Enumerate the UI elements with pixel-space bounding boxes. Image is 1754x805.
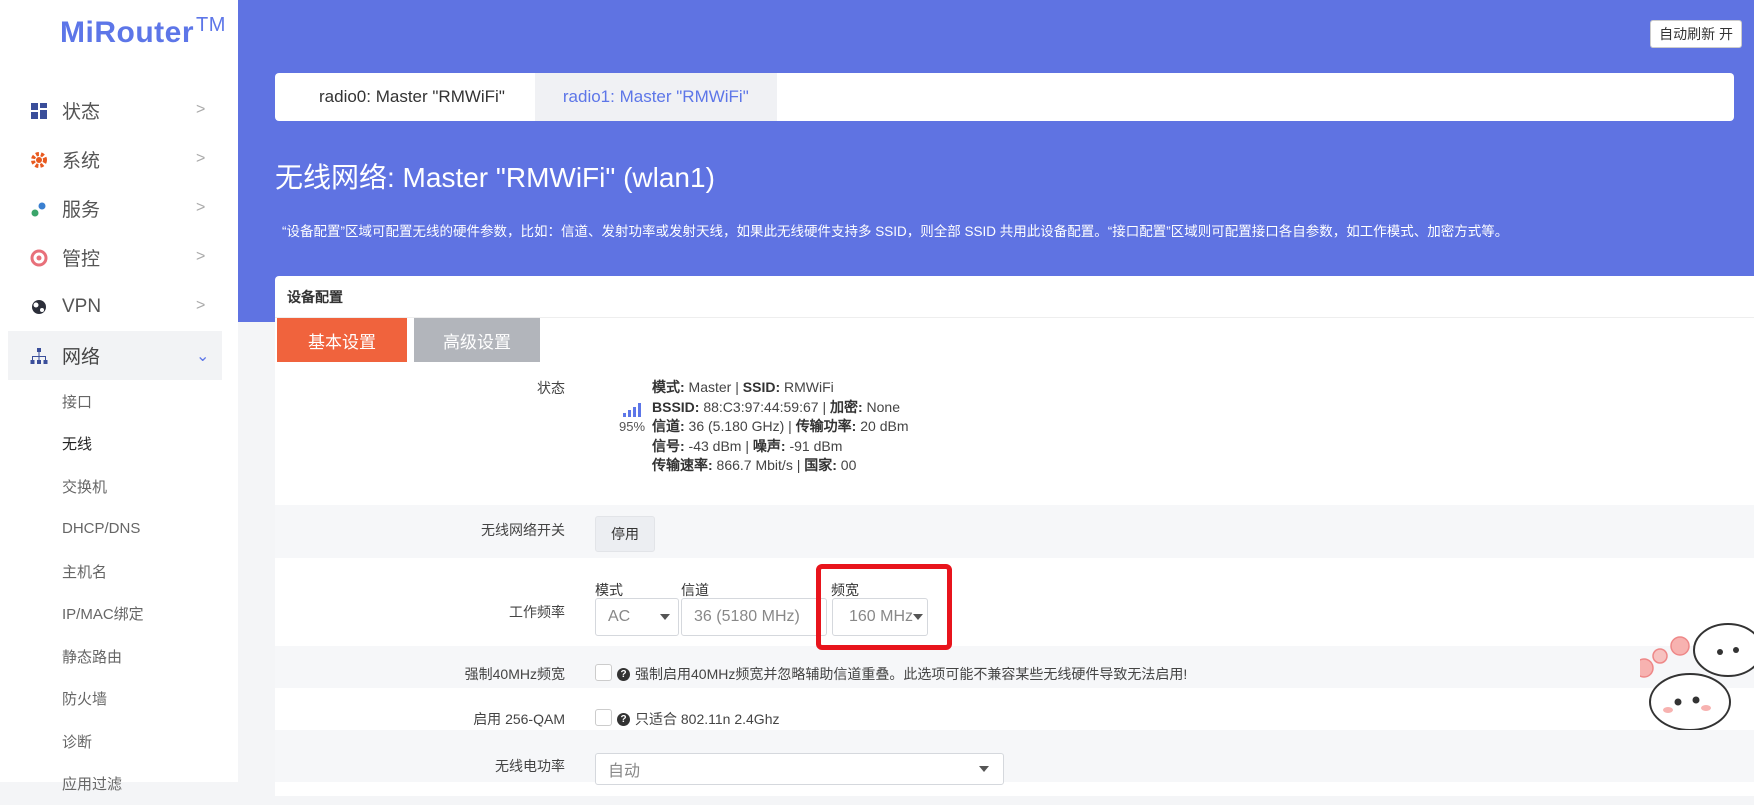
- sidebar-item-services[interactable]: 服务 >: [0, 184, 238, 233]
- chevron-right-icon: >: [196, 199, 205, 217]
- gear-icon: [30, 151, 48, 169]
- sidebar-item-control[interactable]: 管控 >: [0, 233, 238, 282]
- radio-tabs: radio0: Master "RMWiFi" radio1: Master "…: [275, 73, 1734, 121]
- network-icon: [30, 347, 48, 365]
- sidebar-item-label: 管控: [62, 244, 100, 271]
- globe-icon: [30, 298, 48, 316]
- caret-down-icon: [660, 614, 670, 620]
- signal-strength: 95%: [617, 378, 647, 434]
- chevron-right-icon: >: [196, 150, 205, 168]
- cat-sticker-decoration: [1640, 610, 1754, 730]
- txpower-select[interactable]: 自动: [595, 753, 1004, 785]
- sidebar-subitem-hostnames[interactable]: 主机名: [62, 550, 238, 593]
- frequency-label: 工作频率: [275, 602, 565, 622]
- red-highlight-box: [816, 564, 952, 650]
- force40-checkbox[interactable]: [595, 664, 612, 681]
- sidebar: MiRouterTM 状态 > 系统 > 服务 >: [0, 0, 238, 782]
- services-icon: [30, 200, 48, 218]
- sidebar-item-label: 状态: [62, 97, 100, 124]
- status-details: 模式: Master | SSID: RMWiFi BSSID: 88:C3:9…: [652, 378, 909, 476]
- sidebar-subitem-firewall[interactable]: 防火墙: [62, 678, 238, 721]
- chevron-right-icon: >: [196, 101, 205, 119]
- tab-advanced-settings[interactable]: 高级设置: [414, 318, 540, 362]
- tab-radio0[interactable]: radio0: Master "RMWiFi": [275, 73, 535, 121]
- sidebar-item-label: VPN: [62, 296, 101, 318]
- sidebar-subitem-ip-mac-binding[interactable]: IP/MAC绑定: [62, 593, 238, 636]
- mode-select[interactable]: AC: [595, 598, 679, 636]
- qam256-label: 启用 256-QAM: [275, 709, 565, 729]
- caret-down-icon: [979, 766, 989, 772]
- dashboard-icon: [30, 102, 48, 120]
- sidebar-subitem-switch[interactable]: 交换机: [62, 465, 238, 508]
- signal-bars-icon: [623, 403, 641, 417]
- sidebar-item-vpn[interactable]: VPN >: [0, 282, 238, 331]
- force40-hint: ? 强制启用40MHz频宽并忽略辅助信道重叠。此选项可能不兼容某些无线硬件导致无…: [617, 664, 1187, 684]
- txpower-label: 无线电功率: [275, 756, 565, 776]
- disable-button[interactable]: 停用: [595, 516, 655, 552]
- status-label: 状态: [275, 378, 565, 398]
- help-icon: ?: [617, 713, 630, 726]
- config-subtabs: 基本设置 高级设置: [275, 318, 1754, 362]
- sidebar-subitem-diagnostics[interactable]: 诊断: [62, 720, 238, 763]
- tab-radio1[interactable]: radio1: Master "RMWiFi": [535, 73, 777, 121]
- chevron-right-icon: >: [196, 297, 205, 315]
- sidebar-item-network[interactable]: 网络 ⌄: [8, 331, 222, 380]
- signal-percent: 95%: [617, 419, 647, 434]
- chevron-right-icon: >: [196, 248, 205, 266]
- page-title: 无线网络: Master "RMWiFi" (wlan1): [275, 156, 715, 196]
- qam256-checkbox[interactable]: [595, 709, 612, 726]
- sidebar-subitem-dhcp-dns[interactable]: DHCP/DNS: [62, 508, 238, 551]
- chevron-down-icon: ⌄: [196, 346, 209, 366]
- qam256-hint: ? 只适合 802.11n 2.4Ghz: [617, 709, 779, 729]
- auto-refresh-toggle[interactable]: 自动刷新 开: [1650, 20, 1742, 48]
- sidebar-subitem-static-routes[interactable]: 静态路由: [62, 635, 238, 678]
- mode-label: 模式: [595, 580, 623, 600]
- force40-label: 强制40MHz频宽: [275, 664, 565, 684]
- sidebar-item-label: 服务: [62, 195, 100, 222]
- channel-select[interactable]: 36 (5180 MHz): [681, 598, 827, 636]
- nav-menu: 状态 > 系统 > 服务 > 管控 >: [0, 86, 238, 805]
- sidebar-submenu: 接口 无线 交换机 DHCP/DNS 主机名 IP/MAC绑定 静态路由 防火墙…: [0, 380, 238, 805]
- wireless-switch-label: 无线网络开关: [275, 520, 565, 540]
- page-description: “设备配置”区域可配置无线的硬件参数，比如：信道、发射功率或发射天线，如果此无线…: [282, 220, 1508, 240]
- sidebar-subitem-app-filter[interactable]: 应用过滤: [62, 763, 238, 805]
- channel-label: 信道: [681, 580, 709, 600]
- sidebar-item-system[interactable]: 系统 >: [0, 135, 238, 184]
- sidebar-subitem-wireless[interactable]: 无线: [62, 423, 238, 466]
- sidebar-item-label: 系统: [62, 146, 100, 173]
- control-icon: [30, 249, 48, 267]
- help-icon: ?: [617, 668, 630, 681]
- tab-basic-settings[interactable]: 基本设置: [277, 318, 407, 362]
- card-title: 设备配置: [275, 276, 1754, 318]
- sidebar-item-label: 网络: [62, 342, 100, 369]
- sidebar-subitem-interfaces[interactable]: 接口: [62, 380, 238, 423]
- logo: MiRouterTM: [60, 16, 226, 50]
- sidebar-item-status[interactable]: 状态 >: [0, 86, 238, 135]
